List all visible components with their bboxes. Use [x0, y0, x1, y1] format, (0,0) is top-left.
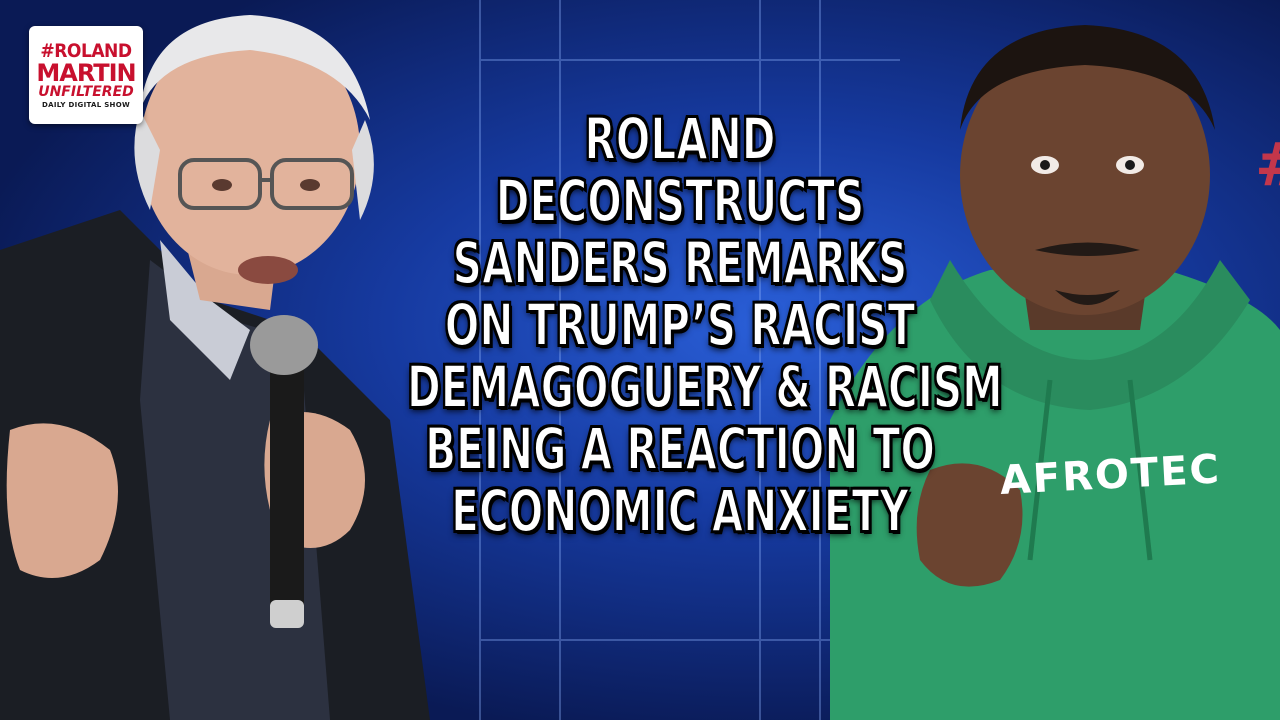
headline-line: DECONSTRUCTS: [495, 167, 865, 235]
logo-subtitle: DAILY DIGITAL SHOW: [42, 100, 130, 109]
headline-line: BEING A REACTION TO: [424, 415, 935, 483]
show-logo: #ROLAND MARTIN UNFILTERED DAILY DIGITAL …: [29, 26, 143, 124]
logo-name: MARTIN: [36, 58, 136, 87]
logo-unfiltered: UNFILTERED: [38, 83, 134, 100]
headline-line: DEMAGOGUERY & RACISM: [406, 353, 1003, 421]
headline-line: SANDERS REMARKS: [452, 229, 908, 297]
headline-line: ON TRUMP’S RACIST: [444, 291, 916, 359]
logo-hashtag: #ROLAND: [40, 39, 132, 62]
headline-line: ECONOMIC ANXIETY: [450, 477, 909, 545]
headline-line: ROLAND: [584, 105, 777, 173]
headline-title: ROLAND DECONSTRUCTS SANDERS REMARKS ON T…: [406, 105, 1003, 545]
